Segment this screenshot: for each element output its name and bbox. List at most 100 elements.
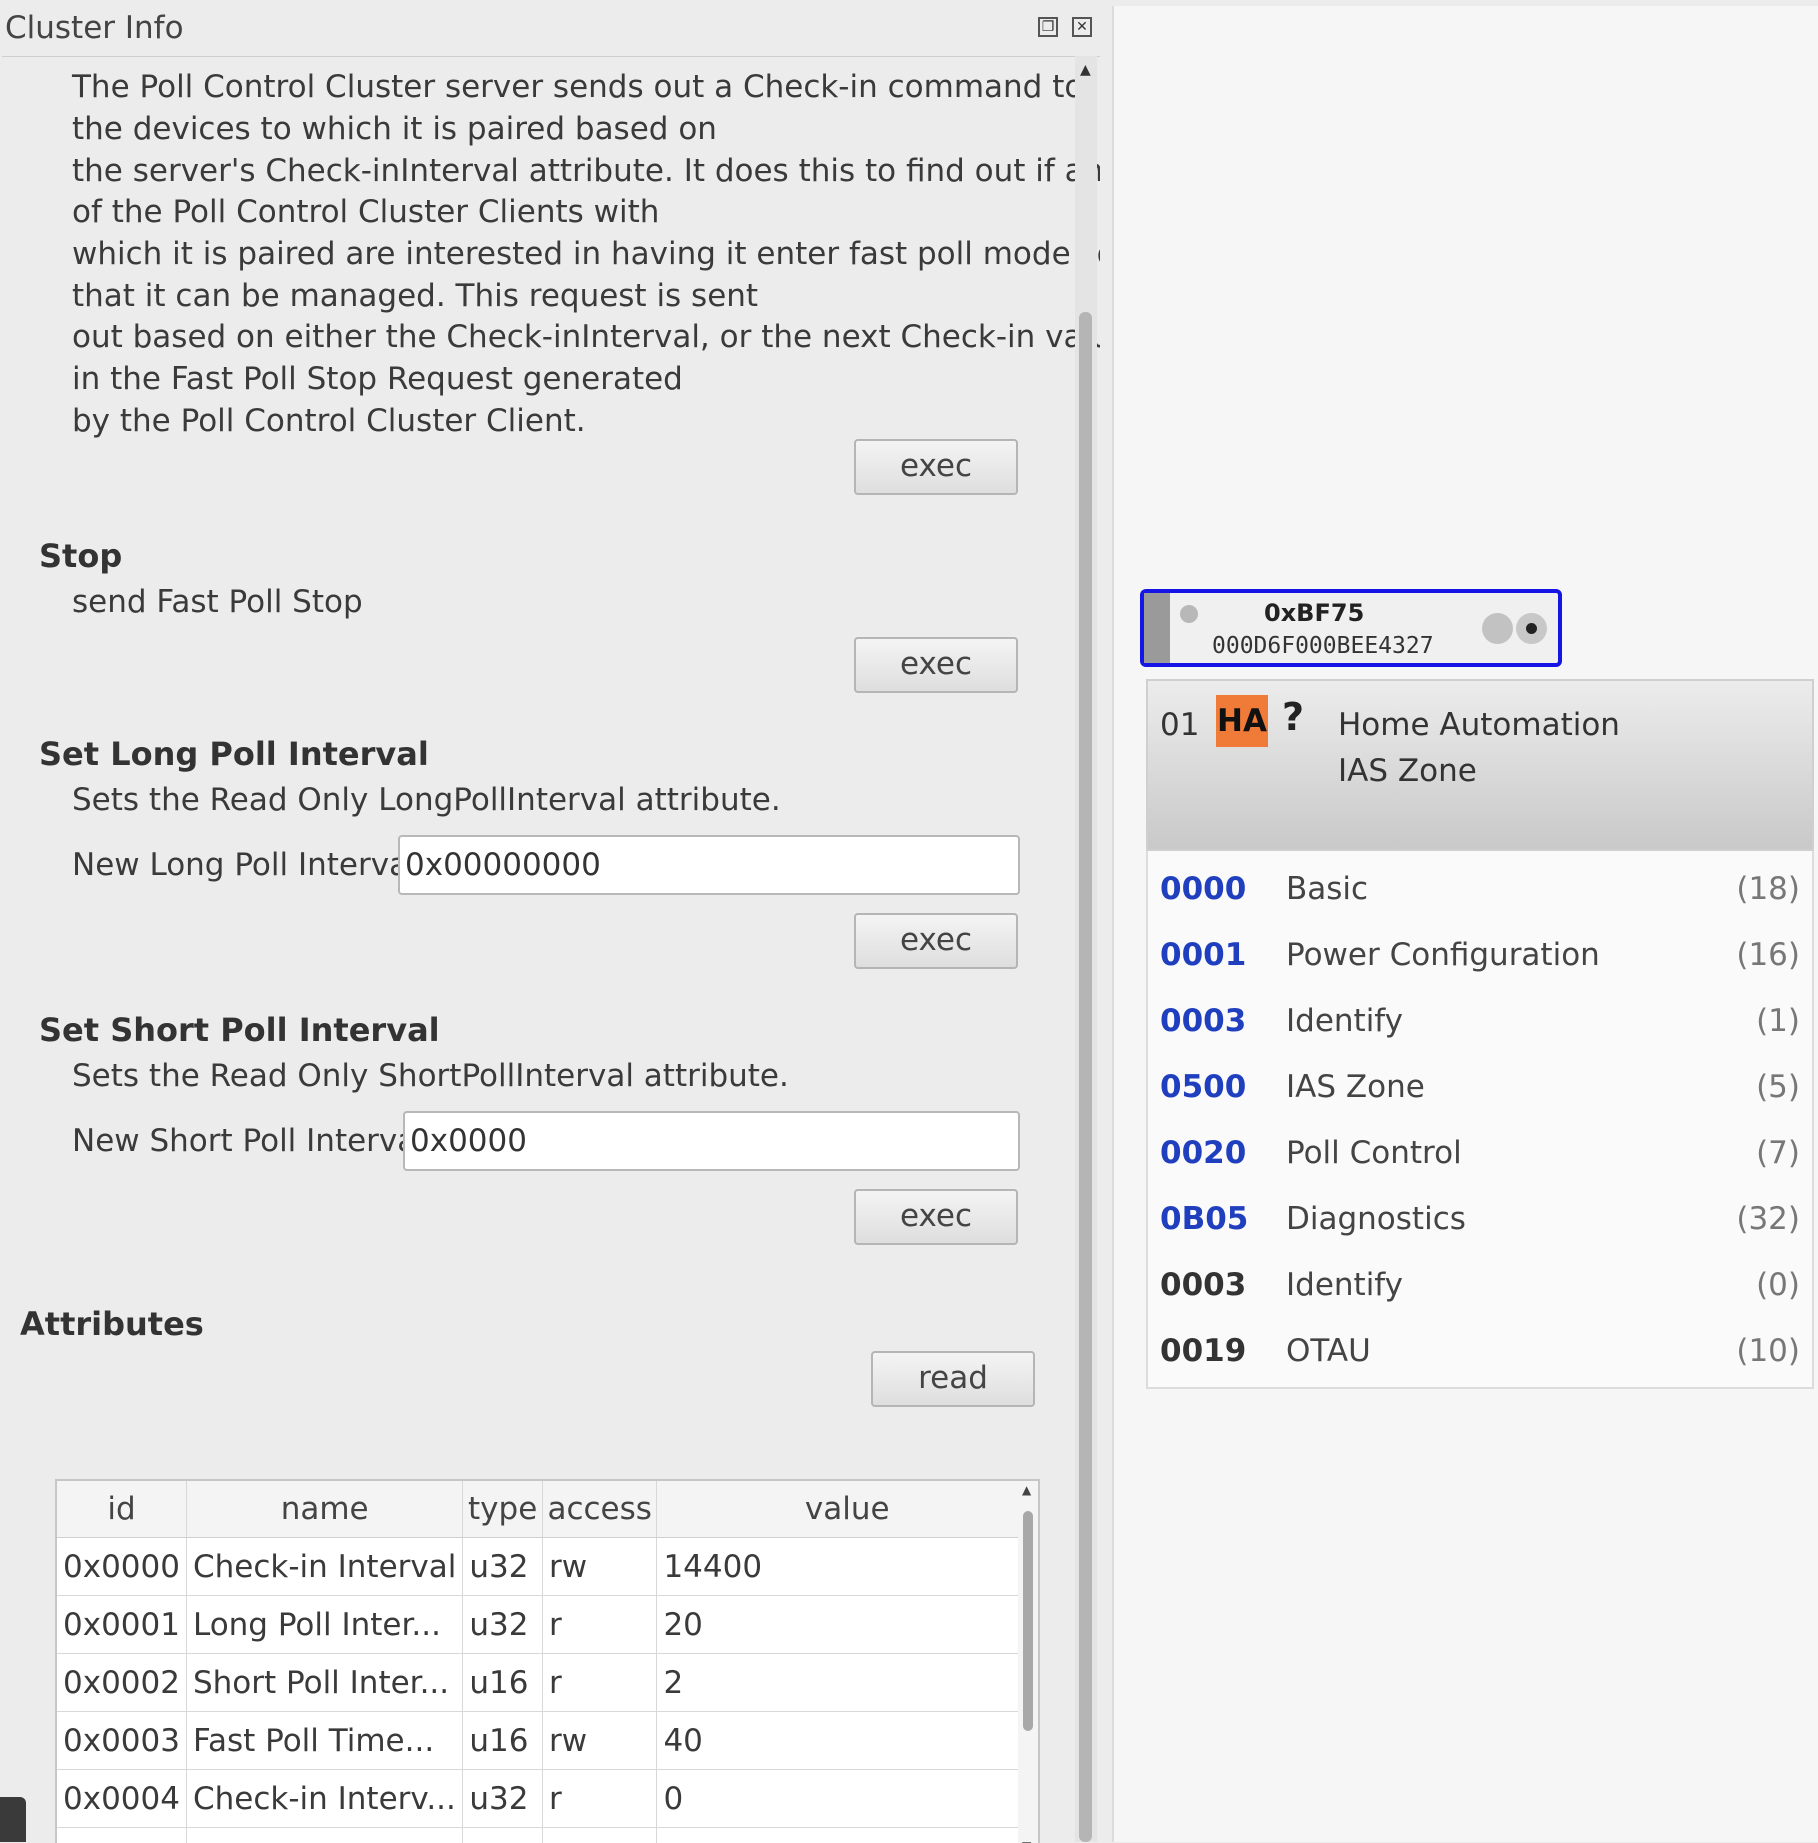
table-header-row: id name type access value	[57, 1481, 1038, 1538]
cluster-id: 0001	[1160, 937, 1246, 973]
endpoint-profile: Home Automation	[1338, 707, 1620, 743]
cell-name: Short Poll Inter...	[186, 1654, 462, 1712]
attributes-table[interactable]: id name type access value 0x0000 Check-i…	[55, 1479, 1040, 1843]
node-mac-address: 000D6F000BEE4327	[1212, 633, 1434, 659]
long-poll-field-label: New Long Poll Interval	[72, 847, 417, 883]
cell-name: Long Poll Inter...	[186, 1828, 462, 1843]
short-poll-exec-button[interactable]: exec	[854, 1189, 1018, 1245]
cluster-name: Identify	[1286, 1003, 1403, 1039]
cell-type: u32	[463, 1538, 543, 1596]
table-row[interactable]: 0x0003 Fast Poll Time... u16 rw 40	[57, 1712, 1038, 1770]
cell-value: 0	[657, 1828, 1038, 1843]
cell-type: u32	[463, 1596, 543, 1654]
cell-access: r	[542, 1828, 657, 1843]
cell-value: 14400	[657, 1538, 1038, 1596]
cluster-attribute-count: (18)	[1736, 871, 1800, 907]
table-scrollbar[interactable]: ▲ ▼	[1018, 1481, 1038, 1843]
cluster-name: IAS Zone	[1286, 1069, 1425, 1105]
short-poll-field-label: New Short Poll Interval	[72, 1123, 425, 1159]
table-row[interactable]: 0x0000 Check-in Interval u32 rw 14400	[57, 1538, 1038, 1596]
cluster-id: 0B05	[1160, 1201, 1248, 1237]
endpoint-01: 01 HA ? Home Automation IAS Zone 0000 Ba…	[1146, 679, 1816, 1479]
column-header-name[interactable]: name	[186, 1481, 462, 1538]
cluster-name: Power Configuration	[1286, 937, 1600, 973]
cell-value: 20	[657, 1596, 1038, 1654]
table-scrollbar-thumb[interactable]	[1023, 1511, 1033, 1731]
stop-title: Stop	[39, 537, 122, 575]
cluster-name: Poll Control	[1286, 1135, 1462, 1171]
cell-type: u16	[463, 1654, 543, 1712]
cluster-id: 0000	[1160, 871, 1246, 907]
cluster-name: Basic	[1286, 871, 1368, 907]
table-row[interactable]: 0x0004 Check-in Interv... u32 r 0	[57, 1770, 1038, 1828]
cluster-row-diagnostics[interactable]: 0B05 Diagnostics (32)	[1146, 1181, 1814, 1257]
cell-id: 0x0003	[57, 1712, 186, 1770]
stop-description: send Fast Poll Stop	[72, 584, 363, 620]
long-poll-title: Set Long Poll Interval	[39, 735, 429, 773]
cell-type: u16	[463, 1712, 543, 1770]
description-line: the devices to which it is paired based …	[72, 109, 717, 151]
endpoint-header[interactable]: 01 HA ? Home Automation IAS Zone	[1146, 679, 1814, 851]
cluster-row-poll-control[interactable]: 0020 Poll Control (7)	[1146, 1115, 1814, 1191]
node-0xBF75[interactable]: 0xBF75 000D6F000BEE4327	[1140, 589, 1562, 667]
close-icon[interactable]: ✕	[1072, 17, 1092, 37]
ha-profile-icon: HA	[1216, 695, 1268, 747]
stop-exec-button[interactable]: exec	[854, 637, 1018, 693]
description-line: out based on either the Check-inInterval…	[72, 317, 1100, 359]
endpoint-number: 01	[1160, 707, 1199, 743]
node-drag-handle[interactable]	[1144, 593, 1170, 663]
column-header-type[interactable]: type	[463, 1481, 543, 1538]
cell-access: rw	[542, 1712, 657, 1770]
description-line: that it can be managed. This request is …	[72, 276, 758, 318]
cluster-attribute-count: (10)	[1736, 1333, 1800, 1369]
cell-id: 0x0000	[57, 1538, 186, 1596]
cluster-attribute-count: (16)	[1736, 937, 1800, 973]
cluster-row-basic[interactable]: 0000 Basic (18)	[1146, 851, 1814, 927]
panel-scrollbar[interactable]: ▲	[1075, 56, 1097, 1842]
cell-name: Long Poll Inter...	[186, 1596, 462, 1654]
cluster-attribute-count: (1)	[1756, 1003, 1800, 1039]
cluster-attribute-count: (5)	[1756, 1069, 1800, 1105]
node-status-dot	[1180, 605, 1198, 623]
checkin-exec-button[interactable]: exec	[854, 439, 1018, 495]
long-poll-description: Sets the Read Only LongPollInterval attr…	[72, 782, 781, 818]
description-line: the server's Check-inInterval attribute.…	[72, 151, 1100, 193]
table-row[interactable]: 0x0002 Short Poll Inter... u16 r 2	[57, 1654, 1038, 1712]
description-line: by the Poll Control Cluster Client.	[72, 401, 586, 443]
cluster-row-power-configuration[interactable]: 0001 Power Configuration (16)	[1146, 917, 1814, 993]
description-line: which it is paired are interested in hav…	[72, 234, 1100, 276]
cluster-name: Diagnostics	[1286, 1201, 1466, 1237]
cluster-info-scroll-area[interactable]: The Poll Control Cluster server sends ou…	[2, 56, 1100, 1843]
node-address: 0xBF75	[1264, 599, 1364, 627]
cluster-row-identify-client[interactable]: 0003 Identify (0)	[1146, 1247, 1814, 1323]
float-icon[interactable]: ❐	[1038, 17, 1058, 37]
cluster-row-ias-zone[interactable]: 0500 IAS Zone (5)	[1146, 1049, 1814, 1125]
cluster-id: 0003	[1160, 1003, 1246, 1039]
long-poll-exec-button[interactable]: exec	[854, 913, 1018, 969]
table-scroll-down-icon[interactable]: ▼	[1022, 1839, 1031, 1843]
node-socket-active-icon[interactable]	[1516, 613, 1547, 644]
column-header-id[interactable]: id	[57, 1481, 186, 1538]
table-row[interactable]: 0x0005 Long Poll Inter... u32 r 0	[57, 1828, 1038, 1843]
panel-scrollbar-thumb[interactable]	[1079, 312, 1092, 1842]
scroll-up-icon[interactable]: ▲	[1080, 62, 1091, 78]
cluster-row-identify[interactable]: 0003 Identify (1)	[1146, 983, 1814, 1059]
table-row[interactable]: 0x0001 Long Poll Inter... u32 r 20	[57, 1596, 1038, 1654]
table-scroll-up-icon[interactable]: ▲	[1022, 1483, 1031, 1497]
column-header-value[interactable]: value	[657, 1481, 1038, 1538]
cell-id: 0x0004	[57, 1770, 186, 1828]
cluster-id: 0020	[1160, 1135, 1246, 1171]
column-header-access[interactable]: access	[542, 1481, 657, 1538]
long-poll-interval-input[interactable]	[398, 835, 1020, 895]
endpoint-device-type: IAS Zone	[1338, 753, 1477, 789]
read-attributes-button[interactable]: read	[871, 1351, 1035, 1407]
cell-value: 0	[657, 1770, 1038, 1828]
cluster-row-otau[interactable]: 0019 OTAU (10)	[1146, 1313, 1814, 1389]
short-poll-interval-input[interactable]	[403, 1111, 1020, 1171]
cell-type: u32	[463, 1770, 543, 1828]
node-canvas[interactable]: 0xBF75 000D6F000BEE4327 01 HA ? Home Aut…	[1112, 6, 1818, 1842]
cell-name: Check-in Interv...	[186, 1770, 462, 1828]
cell-access: r	[542, 1654, 657, 1712]
node-socket-icon[interactable]	[1482, 613, 1513, 644]
cell-name: Check-in Interval	[186, 1538, 462, 1596]
